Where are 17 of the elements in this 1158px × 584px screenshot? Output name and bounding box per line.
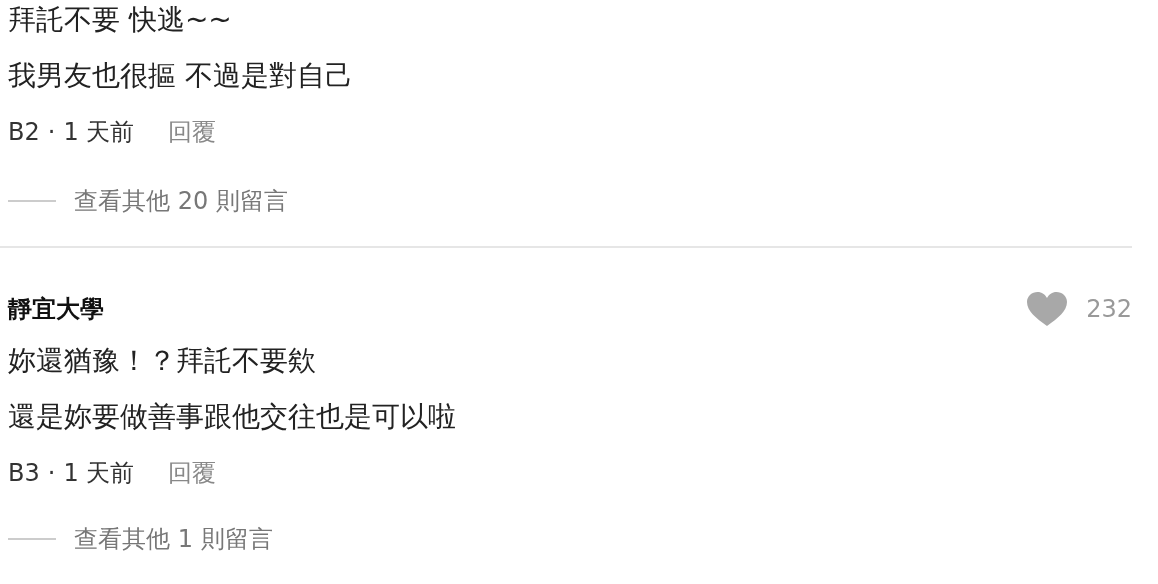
heart-icon[interactable]	[1026, 291, 1069, 327]
comment-text: 妳還猶豫！？拜託不要欸	[8, 343, 317, 379]
timestamp: 1 天前	[63, 458, 135, 489]
comment-text: 還是妳要做善事跟他交往也是可以啦	[8, 399, 457, 435]
floor-label: B2	[8, 117, 40, 148]
reply-link[interactable]: 回覆	[168, 114, 217, 150]
separator-dot: ·	[47, 117, 56, 148]
like-count: 232	[1086, 294, 1132, 325]
floor-label: B3	[8, 458, 40, 489]
author-name[interactable]: 靜宜大學	[8, 291, 104, 327]
view-more-replies-link[interactable]: 查看其他 20 則留言	[74, 183, 288, 219]
comment-text: 我男友也很摳 不過是對自己	[8, 58, 354, 94]
timestamp: 1 天前	[63, 117, 135, 148]
reply-link[interactable]: 回覆	[168, 455, 217, 491]
separator-dot: ·	[47, 458, 56, 489]
comment-text: 拜託不要 快逃~~	[8, 2, 233, 38]
view-more-replies-link[interactable]: 查看其他 1 則留言	[74, 521, 273, 557]
